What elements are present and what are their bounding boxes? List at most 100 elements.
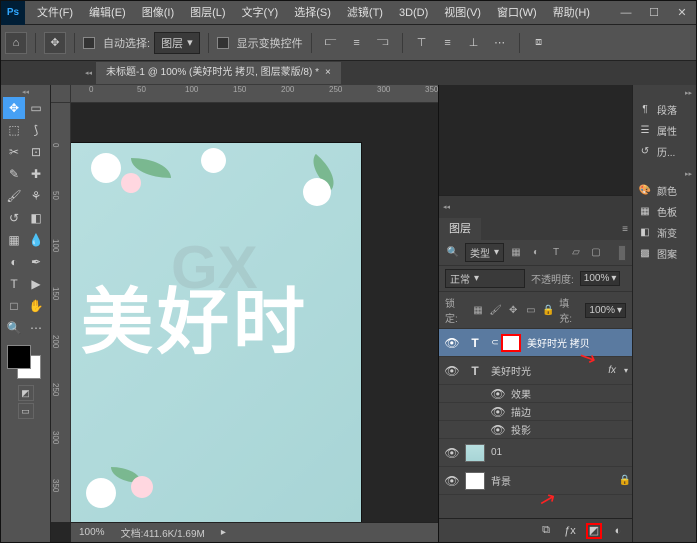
layers-panel-tab[interactable]: 图层 [439,218,481,240]
history-panel-button[interactable]: ↺历... [633,141,696,162]
menu-edit[interactable]: 编辑(E) [81,1,134,25]
crop-tool[interactable]: ✂ [3,141,25,163]
align-left-icon[interactable]: ⫍ [320,32,342,54]
filter-shape-icon[interactable]: ▱ [568,245,584,261]
locked-icon[interactable]: 🔒 [618,474,632,488]
tab-collapse-icon[interactable]: ◂◂ [81,69,96,77]
canvas-document[interactable]: GX 美好时 [71,143,361,522]
menu-type[interactable]: 文字(Y) [234,1,287,25]
document-tab[interactable]: 未标题-1 @ 100% (美好时光 拷贝, 图层蒙版/8) * × [96,62,341,84]
screen-mode[interactable]: ▭ [18,403,34,419]
filter-smart-icon[interactable]: ▢ [588,245,604,261]
frame-tool[interactable]: ⊡ [25,141,47,163]
visibility-toggle[interactable]: 👁 [439,446,465,460]
fill-input[interactable]: 100%▾ [585,303,626,318]
layer-thumbnail[interactable] [465,444,485,462]
menu-filter[interactable]: 滤镜(T) [339,1,391,25]
visibility-toggle[interactable]: 👁 [439,364,465,378]
layer-row-background[interactable]: 👁 背景 🔒 [439,467,632,495]
filter-adjustment-icon[interactable]: ◐ [528,245,544,261]
lock-position-icon[interactable]: ✥ [506,303,520,317]
auto-select-checkbox[interactable] [83,37,95,49]
foreground-color[interactable] [7,345,31,369]
layer-fx-shadow[interactable]: 👁 投影 [439,421,632,439]
strip-collapse-icon[interactable]: ▸▸ [633,170,696,180]
paragraph-panel-button[interactable]: ¶段落 [633,99,696,120]
lock-all-icon[interactable]: 🔒 [542,303,556,317]
layer-row-01[interactable]: 👁 01 [439,439,632,467]
eraser-tool[interactable]: ◧ [25,207,47,229]
ruler-horizontal[interactable]: 0 50 100 150 200 250 300 350 400 450 500 [71,85,438,103]
artboard-tool[interactable]: ▭ [25,97,47,119]
zoom-level[interactable]: 100% [79,527,105,538]
align-center-h-icon[interactable]: ≡ [346,32,368,54]
toolbox-collapse-icon[interactable]: ◂◂ [3,87,48,97]
quick-mask-mode[interactable]: ◩ [18,385,34,401]
blur-tool[interactable]: 💧 [25,229,47,251]
menu-image[interactable]: 图像(I) [134,1,182,25]
layer-mask-thumbnail[interactable] [501,334,521,352]
layer-fx-badge[interactable]: fx [608,365,620,376]
align-top-icon[interactable]: ⊤ [411,32,433,54]
layer-fx-header[interactable]: 👁 效果 [439,385,632,403]
link-layers-icon[interactable]: ⧉ [538,523,554,539]
stamp-tool[interactable]: ⚘ [25,185,47,207]
menu-window[interactable]: 窗口(W) [489,1,545,25]
eyedropper-tool[interactable]: ✎ [3,163,25,185]
patterns-panel-button[interactable]: ▩图案 [633,243,696,264]
ruler-vertical[interactable]: 0 50 100 150 200 250 300 350 [51,103,71,522]
visibility-toggle[interactable]: 👁 [439,336,465,350]
opacity-input[interactable]: 100%▾ [580,271,621,286]
filter-search-icon[interactable]: 🔍 [445,245,461,261]
3d-mode-icon[interactable]: ⧈ [528,32,550,54]
more-align-icon[interactable]: ⋯ [489,32,511,54]
marquee-tool[interactable]: ⬚ [3,119,25,141]
visibility-toggle[interactable]: 👁 [489,387,507,401]
layer-name[interactable]: 01 [489,447,632,458]
pen-tool[interactable]: ✒ [25,251,47,273]
doc-size[interactable]: 文档:411.6K/1.69M [121,525,205,540]
move-tool-preset[interactable]: ✥ [44,32,66,54]
menu-file[interactable]: 文件(F) [29,1,81,25]
lock-artboard-icon[interactable]: ▭ [524,303,538,317]
add-mask-icon[interactable]: ◩ [586,523,602,539]
history-brush-tool[interactable]: ↺ [3,207,25,229]
layer-name[interactable]: 美好时光 [489,363,608,378]
layer-thumbnail[interactable] [465,472,485,490]
layer-row-text[interactable]: 👁 T 美好时光 fx ▾ [439,357,632,385]
visibility-toggle[interactable]: 👁 [489,423,507,437]
color-panel-button[interactable]: 🎨颜色 [633,180,696,201]
lock-transparent-icon[interactable]: ▦ [471,303,485,317]
status-caret-icon[interactable]: ▸ [221,527,226,538]
gradients-panel-button[interactable]: ◧渐变 [633,222,696,243]
adjustment-layer-icon[interactable]: ◐ [610,523,626,539]
panel-collapse-icon[interactable]: ◂◂ [439,203,454,211]
menu-help[interactable]: 帮助(H) [545,1,598,25]
panel-menu-icon[interactable]: ≡ [618,224,632,235]
filter-toggle-switch[interactable] [618,245,626,261]
lock-pixels-icon[interactable]: 🖌 [489,303,503,317]
healing-tool[interactable]: ✚ [25,163,47,185]
blend-mode-dropdown[interactable]: 正常▾ [445,269,525,288]
layer-fx-icon[interactable]: ƒx [562,523,578,539]
path-select-tool[interactable]: ▶ [25,273,47,295]
visibility-toggle[interactable]: 👁 [439,474,465,488]
properties-panel-button[interactable]: ☰属性 [633,120,696,141]
align-right-icon[interactable]: ⫎ [372,32,394,54]
window-minimize[interactable]: — [612,1,640,25]
layer-name[interactable]: 背景 [489,473,618,488]
zoom-tool[interactable]: 🔍 [3,317,25,339]
layer-row-text-copy[interactable]: 👁 T ⊂ 美好时光 拷贝 [439,329,632,357]
fx-collapse-icon[interactable]: ▾ [620,366,632,375]
home-icon[interactable]: ⌂ [5,32,27,54]
filter-pixel-icon[interactable]: ▦ [508,245,524,261]
window-close[interactable]: ✕ [668,1,696,25]
visibility-toggle[interactable]: 👁 [489,405,507,419]
menu-select[interactable]: 选择(S) [286,1,339,25]
align-center-v-icon[interactable]: ≡ [437,32,459,54]
align-bottom-icon[interactable]: ⊥ [463,32,485,54]
type-tool[interactable]: T [3,273,25,295]
gradient-tool[interactable]: ▦ [3,229,25,251]
filter-type-dropdown[interactable]: 类型▾ [465,243,504,262]
ruler-origin[interactable] [51,85,71,103]
